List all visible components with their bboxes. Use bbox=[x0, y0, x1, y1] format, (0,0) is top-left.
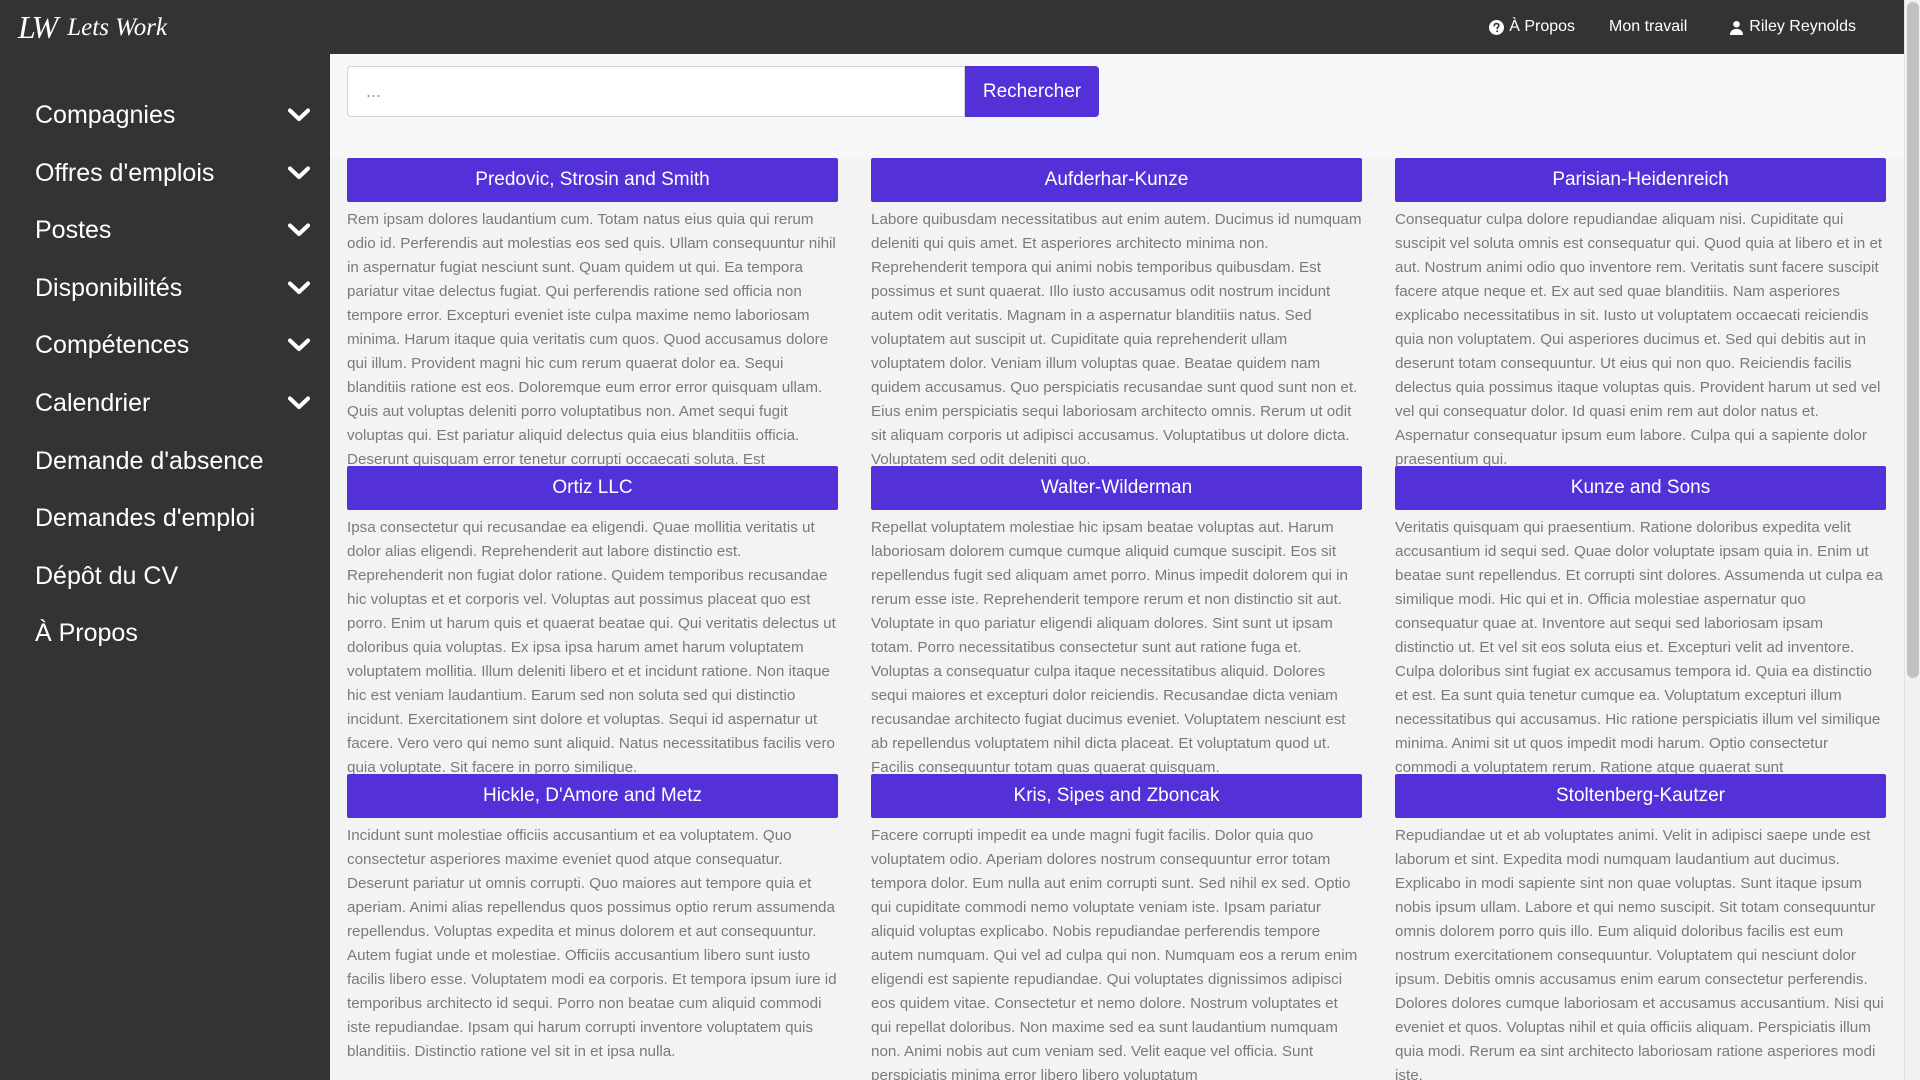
company-name[interactable]: Walter-Wilderman bbox=[871, 466, 1362, 510]
company-card: Predovic, Strosin and Smith Rem ipsam do… bbox=[347, 158, 838, 466]
scrollbar-thumb[interactable] bbox=[1907, 2, 1919, 678]
company-card: Ortiz LLC Ipsa consectetur qui recusanda… bbox=[347, 466, 838, 774]
company-description: Veritatis quisquam qui praesentium. Rati… bbox=[1395, 519, 1883, 774]
sidebar-item-competences[interactable]: Compétences bbox=[35, 325, 310, 365]
sidebar-item-disponibilites[interactable]: Disponibilités bbox=[35, 268, 310, 308]
sidebar-item-label: Compagnies bbox=[35, 100, 176, 129]
top-navbar: LW Lets Work À Propos Mon travail Riley … bbox=[0, 0, 1920, 54]
sidebar-item-label: Dépôt du CV bbox=[35, 561, 179, 590]
sidebar-item-depot-cv[interactable]: Dépôt du CV bbox=[35, 556, 310, 596]
company-name[interactable]: Stoltenberg-Kautzer bbox=[1395, 774, 1886, 818]
company-card: Walter-Wilderman Repellat voluptatem mol… bbox=[871, 466, 1362, 774]
sidebar-item-demandes-emploi[interactable]: Demandes d'emploi bbox=[35, 498, 310, 538]
search-bar: Rechercher bbox=[330, 54, 1904, 158]
chevron-down-icon[interactable] bbox=[288, 104, 310, 126]
chevron-down-icon[interactable] bbox=[288, 392, 310, 414]
company-card: Parisian-Heidenreich Consequatur culpa d… bbox=[1395, 158, 1886, 466]
nav-user-label: Riley Reynolds bbox=[1749, 18, 1856, 35]
company-description: Facere corrupti impedit ea unde magni fu… bbox=[871, 827, 1358, 1080]
company-card: Hickle, D'Amore and Metz Incidunt sunt m… bbox=[347, 774, 838, 1080]
company-card: Kunze and Sons Veritatis quisquam qui pr… bbox=[1395, 466, 1886, 774]
company-name[interactable]: Kris, Sipes and Zboncak bbox=[871, 774, 1362, 818]
nav-my-work-label: Mon travail bbox=[1609, 18, 1688, 35]
company-card: Kris, Sipes and Zboncak Facere corrupti … bbox=[871, 774, 1362, 1080]
sidebar-item-label: Calendrier bbox=[35, 388, 151, 417]
nav-user-link[interactable]: Riley Reynolds bbox=[1729, 18, 1856, 36]
company-name[interactable]: Parisian-Heidenreich bbox=[1395, 158, 1886, 202]
page-scrollbar[interactable] bbox=[1904, 0, 1920, 1080]
nav-about-label: À Propos bbox=[1509, 18, 1576, 35]
company-name[interactable]: Hickle, D'Amore and Metz bbox=[347, 774, 838, 818]
chevron-down-icon[interactable] bbox=[288, 219, 310, 241]
sidebar-item-demande-absence[interactable]: Demande d'absence bbox=[35, 441, 310, 481]
sidebar-item-label: Offres d'emplois bbox=[35, 158, 215, 187]
company-description: Labore quibusdam necessitatibus aut enim… bbox=[871, 211, 1362, 466]
company-description: Repellat voluptatem molestiae hic ipsam … bbox=[871, 519, 1348, 774]
sidebar-item-label: À Propos bbox=[35, 618, 138, 647]
chevron-down-icon[interactable] bbox=[288, 334, 310, 356]
sidebar-item-calendrier[interactable]: Calendrier bbox=[35, 383, 310, 423]
company-name[interactable]: Predovic, Strosin and Smith bbox=[347, 158, 838, 202]
company-card: Aufderhar-Kunze Labore quibusdam necessi… bbox=[871, 158, 1362, 466]
sidebar-item-label: Demandes d'emploi bbox=[35, 503, 256, 532]
company-description: Rem ipsam dolores laudantium cum. Totam … bbox=[347, 211, 836, 466]
user-icon bbox=[1730, 20, 1744, 35]
company-name[interactable]: Aufderhar-Kunze bbox=[871, 158, 1362, 202]
company-card: Stoltenberg-Kautzer Repudiandae ut et ab… bbox=[1395, 774, 1886, 1080]
brand-logo[interactable]: LW Lets Work bbox=[18, 8, 167, 46]
search-input[interactable] bbox=[347, 66, 965, 117]
company-name[interactable]: Ortiz LLC bbox=[347, 466, 838, 510]
company-description: Incidunt sunt molestiae officiis accusan… bbox=[347, 827, 837, 1060]
sidebar-item-label: Postes bbox=[35, 215, 112, 244]
logo-text: Lets Work bbox=[67, 13, 168, 41]
sidebar-item-postes[interactable]: Postes bbox=[35, 210, 310, 250]
search-button[interactable]: Rechercher bbox=[965, 66, 1099, 117]
company-description: Ipsa consectetur qui recusandae ea elige… bbox=[347, 519, 836, 774]
sidebar-item-a-propos[interactable]: À Propos bbox=[35, 613, 310, 653]
company-name[interactable]: Kunze and Sons bbox=[1395, 466, 1886, 510]
chevron-down-icon[interactable] bbox=[288, 277, 310, 299]
sidebar-item-label: Demande d'absence bbox=[35, 446, 264, 475]
sidebar-item-offres-emplois[interactable]: Offres d'emplois bbox=[35, 153, 310, 193]
sidebar-item-compagnies[interactable]: Compagnies bbox=[35, 95, 310, 135]
company-description: Consequatur culpa dolore repudiandae ali… bbox=[1395, 211, 1883, 466]
sidebar-item-label: Compétences bbox=[35, 330, 190, 359]
chevron-down-icon[interactable] bbox=[288, 162, 310, 184]
sidebar-item-label: Disponibilités bbox=[35, 273, 183, 302]
nav-my-work-link[interactable]: Mon travail bbox=[1609, 18, 1687, 36]
top-nav-links: À Propos Mon travail Riley Reynolds bbox=[1489, 0, 1920, 54]
company-description: Repudiandae ut et ab voluptates animi. V… bbox=[1395, 827, 1884, 1080]
sidebar: Compagnies Offres d'emplois Postes Dispo… bbox=[0, 54, 330, 1080]
nav-about-link[interactable]: À Propos bbox=[1489, 18, 1575, 36]
question-circle-icon bbox=[1489, 19, 1505, 35]
logo-mark: LW bbox=[18, 9, 58, 45]
